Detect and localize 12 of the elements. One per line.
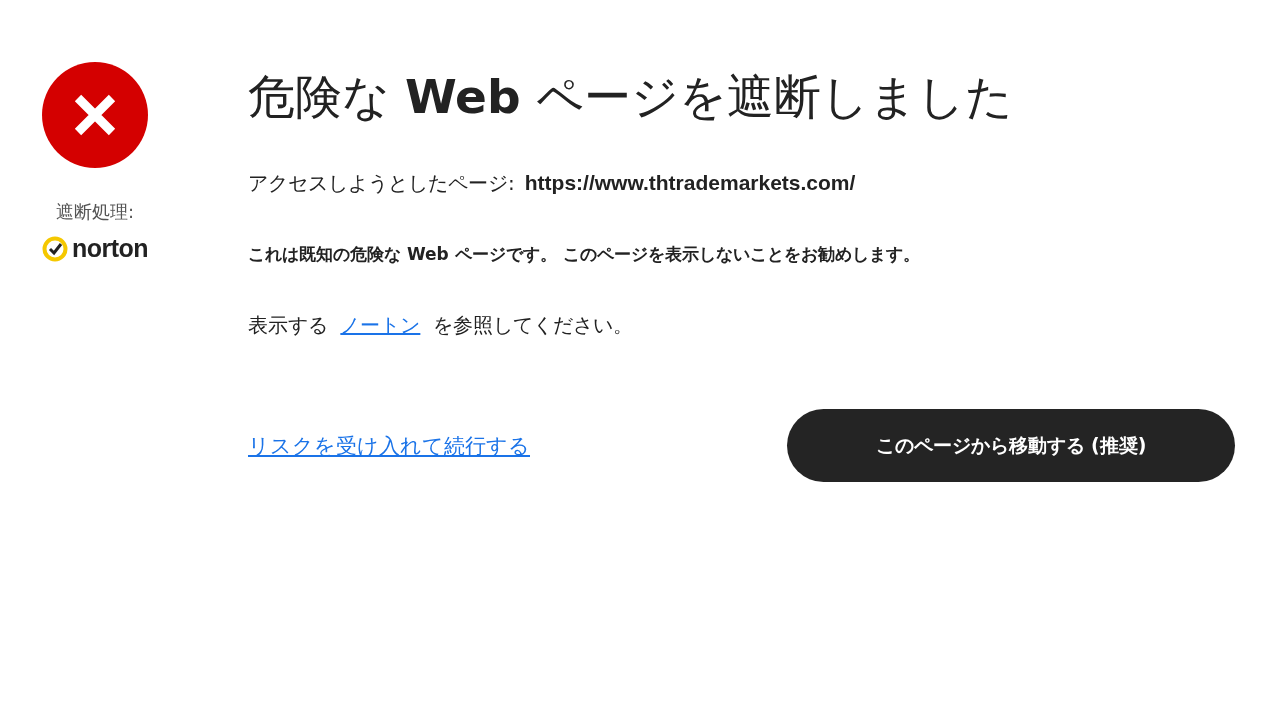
norton-link[interactable]: ノートン — [340, 313, 421, 337]
continue-link[interactable]: リスクを受け入れて続行する — [248, 431, 530, 460]
reference-text: 表示する ノートン を参照してください。 — [248, 312, 634, 339]
page-title: 危険な Web ページを遮断しました — [248, 68, 1014, 126]
check-circle-icon — [41, 235, 68, 262]
blocked-by-label: 遮断処理: — [55, 200, 135, 224]
warning-text: これは既知の危険な Web ページです。 このページを表示しないことをお勧めします。 — [248, 243, 921, 266]
brand-name: norton — [71, 234, 149, 263]
blocked-url: https://www.thtrademarkets.com/ — [524, 171, 856, 195]
error-icon — [42, 62, 148, 168]
leave-page-button[interactable]: このページから移動する (推奨) — [787, 409, 1235, 482]
access-label: アクセスしようとしたページ: — [248, 170, 515, 197]
